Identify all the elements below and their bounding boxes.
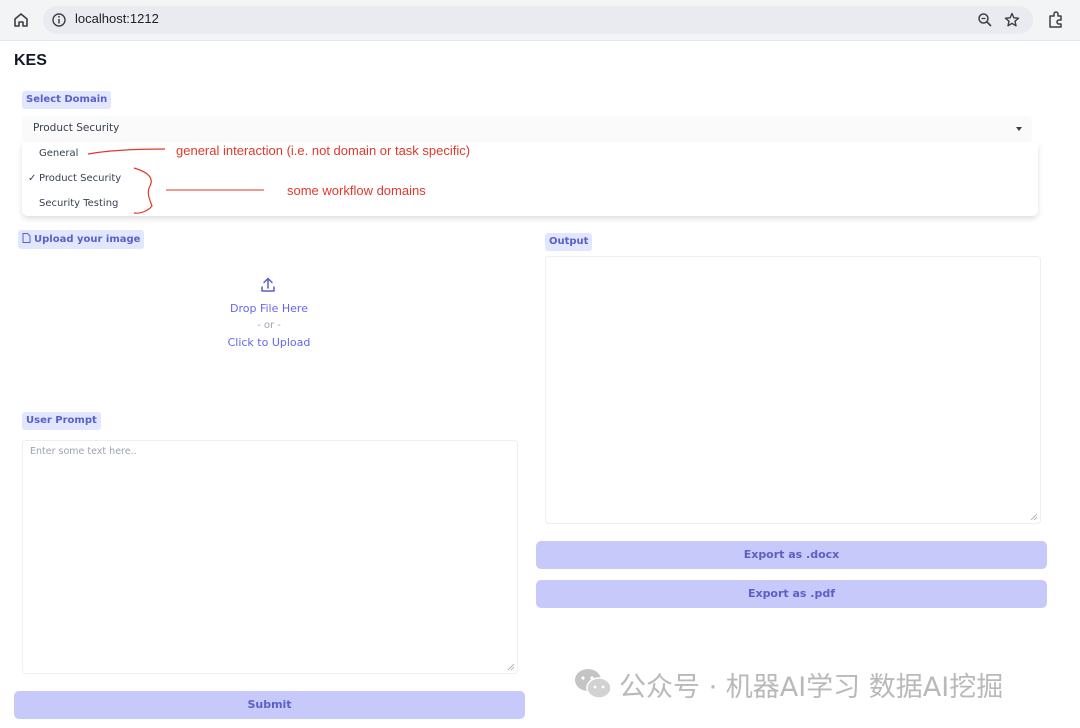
file-icon	[22, 233, 31, 243]
upload-label-text: Upload your image	[34, 234, 141, 245]
domain-dropdown-value[interactable]: Product Security	[33, 122, 119, 134]
submit-button[interactable]: Submit	[14, 691, 525, 719]
resize-handle-icon[interactable]	[1030, 513, 1038, 521]
resize-handle-icon[interactable]	[507, 663, 515, 671]
output-textarea[interactable]	[545, 256, 1041, 524]
drop-file-text[interactable]: Drop File Here	[160, 302, 378, 315]
wechat-icon	[575, 669, 612, 699]
zoom-icon[interactable]	[976, 11, 994, 29]
user-prompt-placeholder: Enter some text here..	[30, 446, 137, 457]
export-docx-button[interactable]: Export as .docx	[536, 541, 1047, 569]
browser-toolbar: localhost:1212	[0, 0, 1080, 41]
checkmark-icon: ✓	[28, 173, 37, 184]
domain-option-label: Product Security	[39, 173, 122, 184]
upload-icon[interactable]	[259, 276, 277, 294]
upload-label: Upload your image	[18, 230, 145, 249]
domain-option-product-security[interactable]: ✓ Product Security	[22, 167, 1038, 191]
domain-label: Select Domain	[22, 91, 112, 109]
info-icon[interactable]	[51, 12, 67, 28]
user-prompt-label: User Prompt	[22, 412, 101, 430]
annotation-general: general interaction (i.e. not domain or …	[176, 143, 471, 158]
user-prompt-textarea[interactable]: Enter some text here..	[22, 440, 518, 674]
click-to-upload-link[interactable]: Click to Upload	[160, 336, 378, 349]
domain-option-security-testing[interactable]: Security Testing	[22, 192, 1038, 216]
home-icon[interactable]	[12, 11, 30, 29]
address-bar[interactable]: localhost:1212	[43, 6, 1033, 34]
domain-option-label: Security Testing	[39, 198, 119, 209]
extensions-icon[interactable]	[1046, 10, 1066, 30]
url-text: localhost:1212	[75, 11, 159, 26]
app-title: KES	[14, 52, 47, 69]
star-icon[interactable]	[1003, 11, 1021, 29]
domain-dropdown-menu: General ✓ Product Security Security Test…	[22, 142, 1038, 216]
domain-option-general[interactable]: General	[22, 142, 1038, 166]
domain-dropdown[interactable]: Product Security	[22, 116, 1032, 142]
output-label: Output	[545, 233, 593, 251]
annotation-workflow: some workflow domains	[287, 183, 426, 198]
watermark-text: 公众号 · 机器AI学习 数据AI挖掘	[619, 671, 1004, 703]
export-pdf-button[interactable]: Export as .pdf	[536, 580, 1047, 608]
watermark: 公众号 · 机器AI学习 数据AI挖掘	[573, 666, 1004, 703]
or-separator: - or -	[257, 320, 281, 331]
chevron-down-icon[interactable]	[1016, 127, 1022, 131]
domain-option-label: General	[39, 148, 79, 159]
